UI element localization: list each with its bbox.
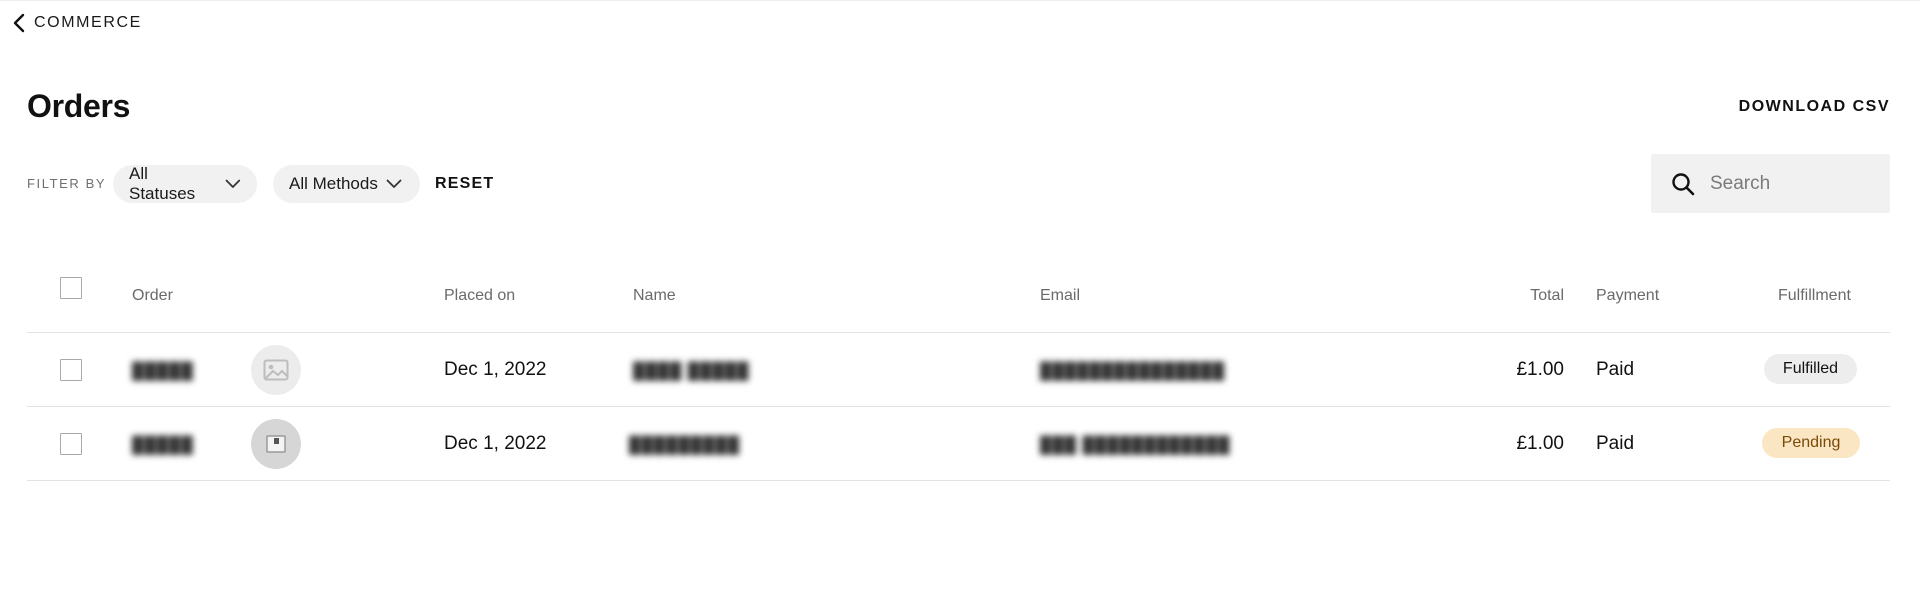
filter-by-label: FILTER BY [27, 176, 107, 191]
page-title: Orders [27, 88, 131, 124]
customer-email: ███████████████ [1040, 363, 1226, 380]
column-header-email[interactable]: Email [1040, 286, 1080, 306]
order-number[interactable]: █████ [132, 435, 194, 457]
back-link-label: COMMERCE [34, 14, 142, 31]
customer-name: █████████ [629, 437, 741, 454]
product-thumbnail-icon [266, 435, 286, 453]
method-filter-dropdown[interactable]: All Methods [273, 165, 420, 203]
payment-status: Paid [1596, 433, 1635, 454]
order-total: £1.00 [1516, 433, 1564, 454]
table-row[interactable]: █████ Dec 1, 2022 █████████ ███ ████████… [27, 407, 1890, 481]
back-to-commerce-link[interactable]: COMMERCE [12, 12, 142, 34]
order-number[interactable]: █████ [132, 361, 194, 383]
top-divider [0, 0, 1920, 1]
product-thumbnail [251, 419, 301, 469]
column-header-payment[interactable]: Payment [1596, 286, 1659, 306]
table-header: Order Placed on Name Email Total Payment… [27, 262, 1890, 333]
fulfillment-status-badge: Pending [1762, 428, 1860, 458]
status-filter-dropdown[interactable]: All Statuses [113, 164, 257, 203]
column-header-name[interactable]: Name [633, 286, 676, 306]
table-row[interactable]: █████ Dec 1, 2022 ████ █████ ███████████… [27, 333, 1890, 407]
select-all-checkbox[interactable] [60, 277, 82, 299]
status-filter-value: All Statuses [129, 164, 196, 203]
payment-status: Paid [1596, 359, 1635, 380]
placed-on-date: Dec 1, 2022 [444, 433, 547, 454]
customer-email: ███ ████████████ [1040, 437, 1231, 454]
search-box[interactable] [1651, 154, 1890, 213]
download-csv-button[interactable]: DOWNLOAD CSV [1739, 97, 1890, 117]
row-checkbox[interactable] [60, 433, 82, 455]
image-placeholder-icon [263, 359, 289, 381]
fulfillment-status-badge: Fulfilled [1764, 354, 1857, 384]
chevron-left-icon [13, 13, 25, 33]
method-filter-value: All Methods [289, 174, 378, 193]
placed-on-date: Dec 1, 2022 [444, 359, 547, 380]
search-input[interactable] [1710, 172, 1880, 195]
row-checkbox[interactable] [60, 359, 82, 381]
orders-table: Order Placed on Name Email Total Payment… [27, 262, 1890, 481]
search-icon [1672, 172, 1695, 195]
column-header-total[interactable]: Total [1530, 286, 1564, 306]
chevron-down-icon [225, 179, 241, 188]
chevron-down-icon [386, 179, 402, 188]
product-thumbnail [251, 345, 301, 395]
column-header-fulfillment[interactable]: Fulfillment [1778, 286, 1851, 306]
order-total: £1.00 [1516, 359, 1564, 380]
customer-name: ████ █████ [633, 363, 750, 380]
column-header-placed-on[interactable]: Placed on [444, 286, 515, 306]
column-header-order[interactable]: Order [132, 286, 173, 306]
reset-filters-button[interactable]: RESET [435, 174, 494, 194]
